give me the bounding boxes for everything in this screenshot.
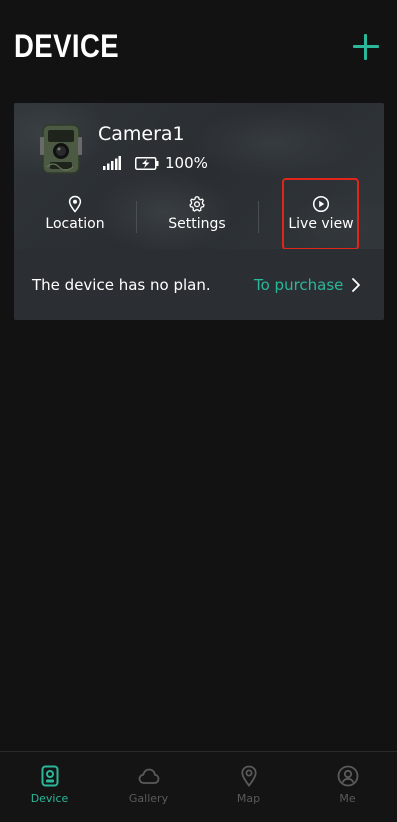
battery-charging-icon [135,157,159,170]
live-view-button[interactable]: Live view [280,189,362,245]
bottom-nav: Device Gallery Map Me [0,751,397,822]
chevron-right-icon[interactable] [351,277,361,293]
nav-label-map: Map [236,792,261,805]
device-card[interactable]: Camera1 100% Location Settings Live view… [14,103,384,320]
nav-label-device: Device [30,792,69,805]
settings-button[interactable]: Settings [156,189,238,245]
play-circle-icon [312,195,330,213]
signal-bars-icon [103,156,121,170]
device-actions: Location Settings Live view [14,189,384,245]
trail-camera-icon [40,124,82,174]
battery-level: 100% [165,154,208,172]
nav-item-gallery[interactable]: Gallery [99,752,198,822]
location-pin-icon [68,195,82,213]
device-card-header: Camera1 100% Location Settings Live view [14,103,384,249]
location-button[interactable]: Location [34,189,116,245]
location-label: Location [45,216,105,232]
user-icon [337,765,358,787]
plan-status-text: The device has no plan. [32,276,211,294]
gear-icon [189,196,205,212]
nav-item-me[interactable]: Me [298,752,397,822]
nav-label-me: Me [339,792,356,805]
live-view-label: Live view [288,216,354,232]
nav-label-gallery: Gallery [128,792,169,805]
nav-item-map[interactable]: Map [199,752,298,822]
nav-item-device[interactable]: Device [0,752,99,822]
header: DEVICE [0,0,397,92]
action-divider [136,201,137,233]
device-icon [41,765,58,787]
action-divider [258,201,259,233]
device-name: Camera1 [98,123,185,145]
map-pin-icon [240,765,257,787]
page-title: DEVICE [14,28,120,64]
settings-label: Settings [168,216,226,232]
cloud-icon [138,768,159,784]
plan-row[interactable]: The device has no plan. To purchase [14,249,384,320]
add-device-button[interactable] [352,33,380,61]
purchase-link[interactable]: To purchase [254,276,343,294]
